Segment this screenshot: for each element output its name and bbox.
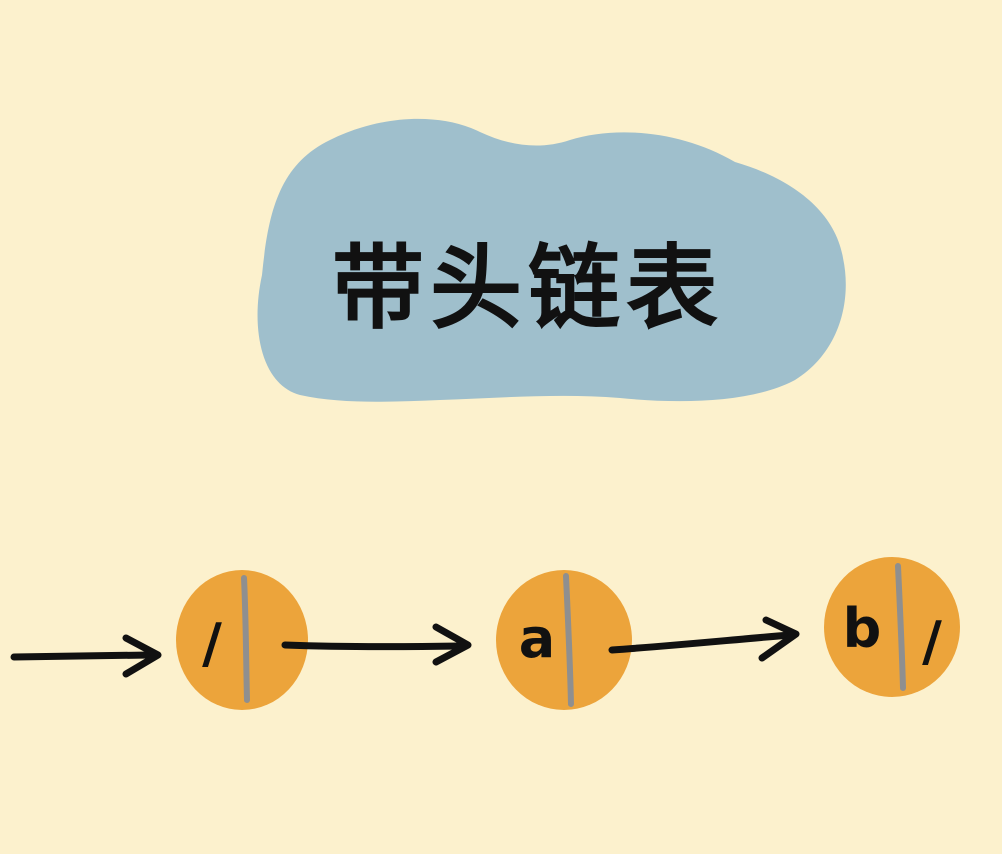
node-divider xyxy=(241,575,250,703)
entry-arrow xyxy=(10,634,162,678)
list-node-a: a xyxy=(496,570,632,710)
list-node-b: b / xyxy=(824,557,960,697)
node-next-field: / xyxy=(922,610,942,673)
node-data-field: a xyxy=(519,607,555,670)
edge-arrow-a-to-b xyxy=(608,616,800,662)
edge-arrow-head-to-a xyxy=(281,623,472,666)
node-data-field: b xyxy=(843,597,882,660)
diagram-title: 带头链表 xyxy=(332,234,724,342)
linked-list-diagram: 带头链表 / a b / xyxy=(10,118,960,710)
node-data-field: / xyxy=(202,612,222,675)
title-cloud: 带头链表 xyxy=(257,118,846,402)
list-node-head: / xyxy=(176,570,308,710)
